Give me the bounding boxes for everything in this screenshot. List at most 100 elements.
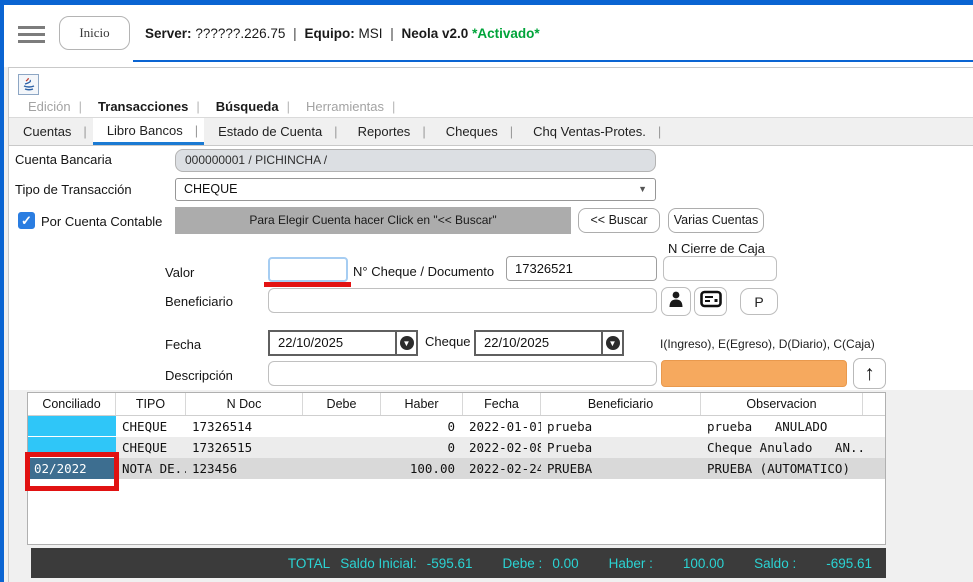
app-version: Neola v2.0 — [402, 26, 469, 41]
tipo-cell: NOTA DE... — [116, 458, 186, 479]
chevron-down-icon: ▼ — [606, 336, 620, 350]
fecha-value: 22/10/2025 — [270, 332, 395, 354]
server-status-line: Server: ??????.226.75 | Equipo: MSI | Ne… — [145, 26, 540, 41]
separator: | — [646, 124, 661, 139]
table-header-row: Conciliado TIPO N Doc Debe Haber Fecha B… — [28, 393, 885, 416]
separator: | — [183, 123, 198, 138]
table-body: CHEQUE 17326514 0 2022-01-01 prueba prue… — [28, 416, 885, 479]
descripcion-input[interactable] — [268, 361, 657, 386]
separator: | — [285, 99, 300, 114]
observacion-cell: Cheque Anulado AN... — [701, 437, 863, 458]
tipo-code-input[interactable] — [661, 360, 847, 387]
tipo-cell: CHEQUE — [116, 437, 186, 458]
menu-item-herramientas[interactable]: Herramientas — [300, 99, 390, 114]
menu-item-transacciones[interactable]: Transacciones — [92, 99, 194, 114]
observacion-cell: PRUEBA (AUTOMATICO) — [701, 458, 863, 479]
tab-cheques[interactable]: Cheques | — [432, 118, 519, 145]
tab-libro-bancos[interactable]: Libro Bancos | — [93, 118, 204, 145]
debe-cell — [303, 437, 381, 458]
por-cuenta-contable-checkbox[interactable]: ✓ — [18, 212, 35, 229]
id-card-icon — [700, 290, 722, 313]
table-row-selected[interactable]: 02/2022 NOTA DE... 123456 100.00 2022-02… — [28, 458, 885, 479]
home-button[interactable]: Inicio — [59, 16, 130, 50]
p-button[interactable]: P — [740, 288, 778, 315]
contact-card-button[interactable] — [694, 287, 727, 316]
col-header-debe[interactable]: Debe — [303, 393, 381, 415]
buscar-button[interactable]: << Buscar — [578, 208, 660, 233]
haber-value: 100.00 — [683, 556, 724, 571]
submit-up-button[interactable]: ↑ — [853, 358, 886, 389]
tab-label: Estado de Cuenta — [218, 124, 322, 139]
separator: | — [390, 99, 405, 114]
transactions-table: Conciliado TIPO N Doc Debe Haber Fecha B… — [27, 392, 886, 545]
menu-item-edicion[interactable]: Edición — [22, 99, 77, 114]
valor-input[interactable] — [268, 257, 348, 282]
col-header-beneficiario[interactable]: Beneficiario — [541, 393, 701, 415]
separator: | — [410, 124, 425, 139]
tab-label: Cuentas — [23, 124, 71, 139]
cuenta-bancaria-field: 000000001 / PICHINCHA / — [175, 149, 656, 172]
fecha-cell: 2022-02-08 — [463, 437, 541, 458]
activation-status: *Activado* — [472, 26, 540, 41]
separator: | — [194, 99, 209, 114]
tipo-cell: CHEQUE — [116, 416, 186, 437]
beneficiario-label: Beneficiario — [165, 294, 233, 309]
server-label: Server: — [145, 26, 192, 41]
beneficiario-input[interactable] — [268, 288, 657, 313]
table-row[interactable]: CHEQUE 17326514 0 2022-01-01 prueba prue… — [28, 416, 885, 437]
app-window: Inicio Server: ??????.226.75 | Equipo: M… — [0, 0, 973, 582]
haber-cell: 100.00 — [381, 458, 463, 479]
tipo-transaccion-select[interactable]: CHEQUE ▼ — [175, 178, 656, 201]
varias-cuentas-button[interactable]: Varias Cuentas — [668, 208, 764, 233]
tipo-transaccion-value: CHEQUE — [184, 182, 237, 196]
debe-cell — [303, 416, 381, 437]
n-cheque-input[interactable]: 17326521 — [506, 256, 657, 281]
table-row[interactable]: CHEQUE 17326515 0 2022-02-08 Prueba Cheq… — [28, 437, 885, 458]
total-label: TOTAL — [288, 556, 330, 571]
hamburger-menu-icon[interactable] — [18, 26, 45, 43]
menu-bar: Edición | Transacciones | Búsqueda | Her… — [22, 97, 405, 115]
java-app-icon — [18, 74, 39, 95]
equipo-label: Equipo: — [304, 26, 354, 41]
tab-estado-de-cuenta[interactable]: Estado de Cuenta | — [204, 118, 343, 145]
saldo-inicial-value: -595.61 — [427, 556, 473, 571]
fecha-label: Fecha — [165, 337, 201, 352]
observacion-cell: prueba ANULADO — [701, 416, 863, 437]
separator: | — [498, 124, 513, 139]
debe-label: Debe : — [503, 556, 543, 571]
separator: | — [322, 124, 337, 139]
haber-cell: 0 — [381, 437, 463, 458]
col-header-haber[interactable]: Haber — [381, 393, 463, 415]
tab-label: Libro Bancos — [107, 123, 183, 138]
tab-chq-ventas-protes[interactable]: Chq Ventas-Protes. | — [519, 118, 667, 145]
separator: | — [77, 99, 92, 114]
tab-bar: Cuentas | Libro Bancos | Estado de Cuent… — [9, 117, 973, 146]
window-left-border — [0, 0, 4, 582]
menu-item-busqueda[interactable]: Búsqueda — [210, 99, 285, 114]
tab-cuentas[interactable]: Cuentas | — [9, 118, 93, 145]
beneficiario-cell: prueba — [541, 416, 701, 437]
person-icon — [667, 289, 685, 314]
totals-bar: TOTAL Saldo Inicial: -595.61 Debe : 0.00… — [31, 548, 886, 578]
tab-label: Reportes — [358, 124, 411, 139]
n-cierre-caja-input[interactable] — [663, 256, 777, 281]
col-header-observacion[interactable]: Observacion — [701, 393, 863, 415]
beneficiario-cell: Prueba — [541, 437, 701, 458]
col-header-fecha[interactable]: Fecha — [463, 393, 541, 415]
tab-reportes[interactable]: Reportes | — [344, 118, 432, 145]
col-header-ndoc[interactable]: N Doc — [186, 393, 303, 415]
fecha-datepicker[interactable]: 22/10/2025 ▼ — [268, 330, 418, 356]
cheque-dropdown-button[interactable]: ▼ — [601, 332, 622, 354]
col-header-conciliado[interactable]: Conciliado — [28, 393, 116, 415]
cheque-fecha-value: 22/10/2025 — [476, 332, 601, 354]
conciliado-cell[interactable] — [28, 416, 116, 437]
fecha-dropdown-button[interactable]: ▼ — [395, 332, 416, 354]
col-header-tipo[interactable]: TIPO — [116, 393, 186, 415]
cheque-datepicker[interactable]: 22/10/2025 ▼ — [474, 330, 624, 356]
haber-cell: 0 — [381, 416, 463, 437]
tab-label: Cheques — [446, 124, 498, 139]
tab-label: Chq Ventas-Protes. — [533, 124, 646, 139]
ndoc-cell: 17326515 — [186, 437, 303, 458]
person-lookup-button[interactable] — [661, 287, 691, 316]
server-value: ??????.226.75 — [195, 26, 285, 41]
